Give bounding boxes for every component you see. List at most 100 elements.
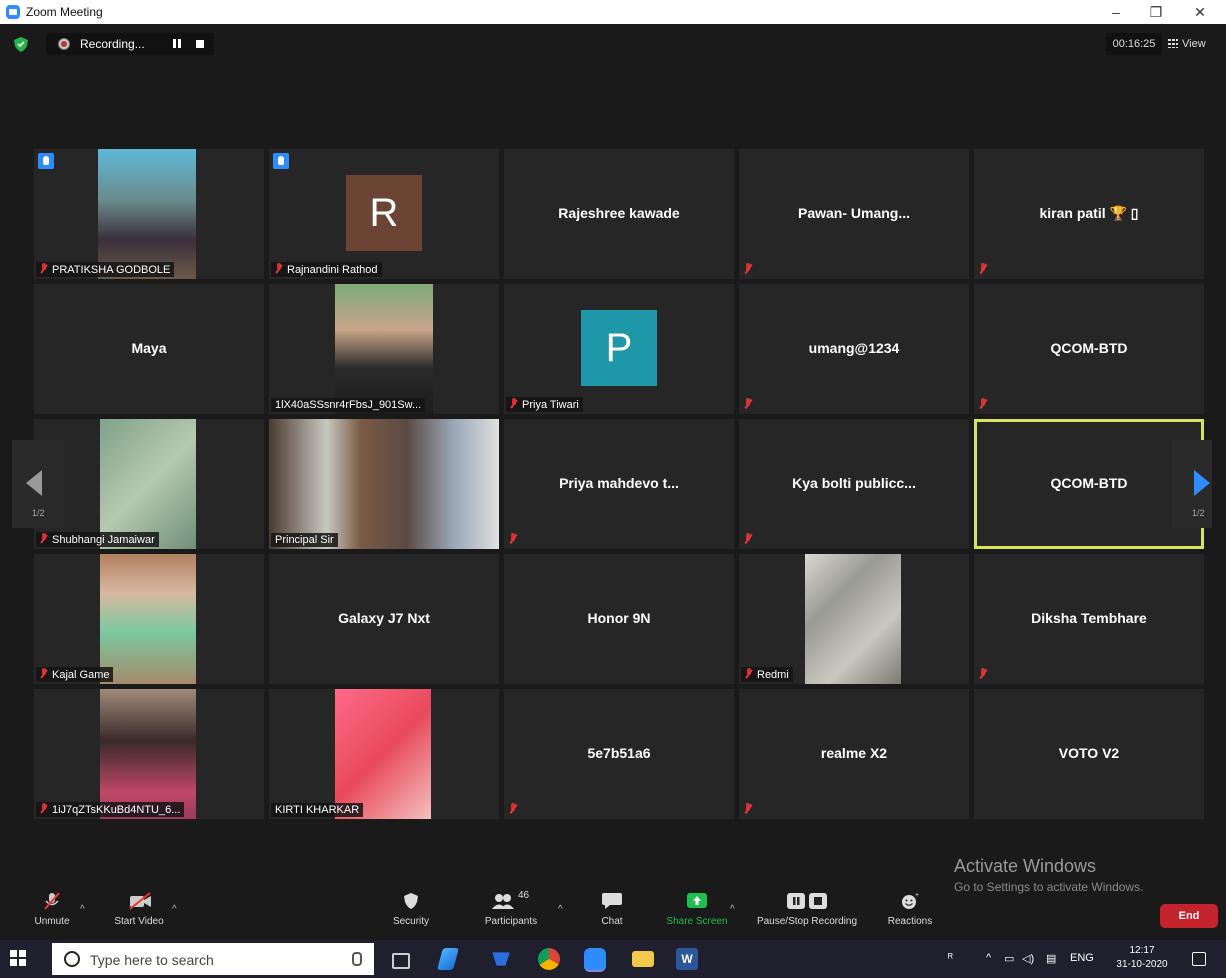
participant-video (805, 554, 901, 684)
share-options-caret[interactable]: ^ (730, 904, 735, 915)
participant-name: 5e7b51a6 (587, 745, 651, 761)
app-icon-2[interactable] (492, 952, 510, 966)
participant-tile[interactable]: P Priya Tiwari (504, 284, 734, 414)
participants-icon: 46 (491, 890, 531, 910)
participant-name: Priya Tiwari (522, 399, 579, 411)
muted-mic-icon (743, 533, 753, 545)
show-hidden-icons-caret[interactable]: ^ (986, 952, 991, 964)
participant-name-label: 1lX40aSSsnr4rFbsJ_901Sw... (271, 398, 426, 412)
recording-indicator: Recording... (46, 33, 214, 55)
pause-stop-recording-button[interactable]: Pause/Stop Recording (748, 892, 866, 927)
participant-tile[interactable]: Galaxy J7 Nxt (269, 554, 499, 684)
view-button[interactable]: View (1168, 33, 1220, 55)
participant-name: Pawan- Umang... (797, 205, 911, 221)
participant-tile[interactable]: Principal Sir (269, 419, 499, 549)
muted-mic-icon (978, 263, 988, 275)
participant-tile[interactable]: 5e7b51a6 (504, 689, 734, 819)
video-off-icon (128, 892, 151, 910)
title-bar: Zoom Meeting – ❐ ✕ (0, 0, 1226, 24)
end-meeting-button[interactable]: End (1160, 904, 1218, 928)
unmute-label: Unmute (34, 916, 70, 927)
volume-icon[interactable]: ◁) (1022, 952, 1034, 965)
participant-tile[interactable]: umang@1234 (739, 284, 969, 414)
zoom-taskbar-icon[interactable] (584, 948, 606, 972)
windows-start-icon[interactable] (10, 950, 26, 966)
participant-tile[interactable]: Diksha Tembhare (974, 554, 1204, 684)
security-button[interactable]: Security (386, 892, 436, 927)
file-explorer-icon[interactable] (632, 951, 654, 967)
app-icon-1[interactable] (437, 948, 459, 970)
participant-tile[interactable]: QCOM-BTD (974, 419, 1204, 549)
participant-tile[interactable]: 1lX40aSSsnr4rFbsJ_901Sw... (269, 284, 499, 414)
notifications-icon[interactable] (1192, 952, 1206, 966)
participant-tile[interactable]: kiran patil 🏆 ▯ (974, 149, 1204, 279)
raised-hand-icon (38, 153, 54, 169)
chat-label: Chat (601, 916, 623, 927)
unmute-button[interactable]: Unmute (28, 892, 76, 927)
chrome-icon[interactable] (538, 948, 560, 970)
page-indicator-left: 1/2 (32, 508, 45, 518)
minimize-button[interactable]: – (1096, 2, 1136, 22)
participant-name: PRATIKSHA GODBOLE (52, 264, 171, 276)
participant-name: Rajeshree kawade (558, 205, 680, 221)
taskbar-search-box[interactable]: Type here to search (52, 943, 374, 975)
reactions-button[interactable]: + Reactions (882, 892, 938, 927)
participant-tile[interactable]: realme X2 (739, 689, 969, 819)
security-shield-icon[interactable] (14, 37, 28, 52)
people-icon[interactable]: ᴿ (948, 952, 953, 964)
word-icon[interactable]: W (676, 948, 698, 970)
pause-stop-icon (785, 892, 829, 910)
activate-windows-title: Activate Windows (954, 856, 1097, 876)
participant-video (335, 284, 433, 414)
stop-recording-icon[interactable] (196, 40, 204, 48)
participant-tile[interactable]: VOTO V2 (974, 689, 1204, 819)
share-screen-icon (686, 892, 708, 910)
participants-label: Participants (484, 916, 538, 927)
video-options-caret[interactable]: ^ (172, 904, 177, 915)
participant-tile[interactable]: QCOM-BTD (974, 284, 1204, 414)
search-circle-icon (64, 951, 80, 967)
muted-mic-icon (743, 803, 753, 815)
participant-tile[interactable]: Pawan- Umang... (739, 149, 969, 279)
next-page-button[interactable]: 1/2 (1172, 440, 1212, 528)
keyboard-icon[interactable]: ▤ (1046, 952, 1056, 965)
search-placeholder: Type here to search (90, 952, 214, 968)
svg-text:+: + (915, 892, 919, 899)
taskbar-clock[interactable]: 12:17 31-10-2020 (1112, 944, 1172, 972)
participant-tile[interactable]: Priya mahdevo t... (504, 419, 734, 549)
previous-page-button[interactable]: 1/2 (12, 440, 64, 528)
share-screen-button[interactable]: Share Screen (660, 892, 734, 927)
participant-name: Principal Sir (275, 534, 334, 546)
close-button[interactable]: ✕ (1180, 2, 1220, 22)
participant-avatar: P (581, 310, 657, 386)
task-view-icon[interactable] (392, 953, 410, 969)
participant-tile[interactable]: Kya bolti publicc... (739, 419, 969, 549)
participant-name-label: Priya Tiwari (506, 397, 583, 412)
participant-name: Kajal Game (52, 669, 110, 681)
network-icon[interactable]: ▭ (1004, 952, 1014, 965)
chat-button[interactable]: Chat (592, 892, 632, 927)
participant-name-label: KIRTI KHARKAR (271, 803, 364, 817)
participant-tile[interactable]: 1iJ7qZTsKKuBd4NTU_6... (34, 689, 264, 819)
participant-tile[interactable]: KIRTI KHARKAR (269, 689, 499, 819)
pause-recording-icon[interactable] (172, 39, 182, 49)
participant-tile[interactable]: Rajeshree kawade (504, 149, 734, 279)
participant-video (100, 419, 196, 549)
participant-tile[interactable]: PRATIKSHA GODBOLE (34, 149, 264, 279)
search-mic-icon[interactable] (352, 952, 362, 966)
participant-avatar: R (346, 175, 422, 251)
participant-tile[interactable]: Kajal Game (34, 554, 264, 684)
participant-name: QCOM-BTD (1050, 475, 1128, 491)
participant-tile[interactable]: Shubhangi Jamaiwar (34, 419, 264, 549)
participants-button[interactable]: 46 Participants (478, 890, 544, 927)
start-video-button[interactable]: Start Video (106, 892, 172, 927)
participant-tile[interactable]: Honor 9N (504, 554, 734, 684)
participant-tile[interactable]: Redmi (739, 554, 969, 684)
language-indicator[interactable]: ENG (1070, 952, 1094, 964)
gallery-grid: PRATIKSHA GODBOLE R Rajnandini Rathod Rajes… (34, 149, 1204, 819)
participant-tile[interactable]: R Rajnandini Rathod (269, 149, 499, 279)
participants-options-caret[interactable]: ^ (558, 904, 563, 915)
audio-options-caret[interactable]: ^ (80, 904, 85, 915)
participant-tile[interactable]: Maya (34, 284, 264, 414)
restore-button[interactable]: ❐ (1136, 2, 1176, 22)
